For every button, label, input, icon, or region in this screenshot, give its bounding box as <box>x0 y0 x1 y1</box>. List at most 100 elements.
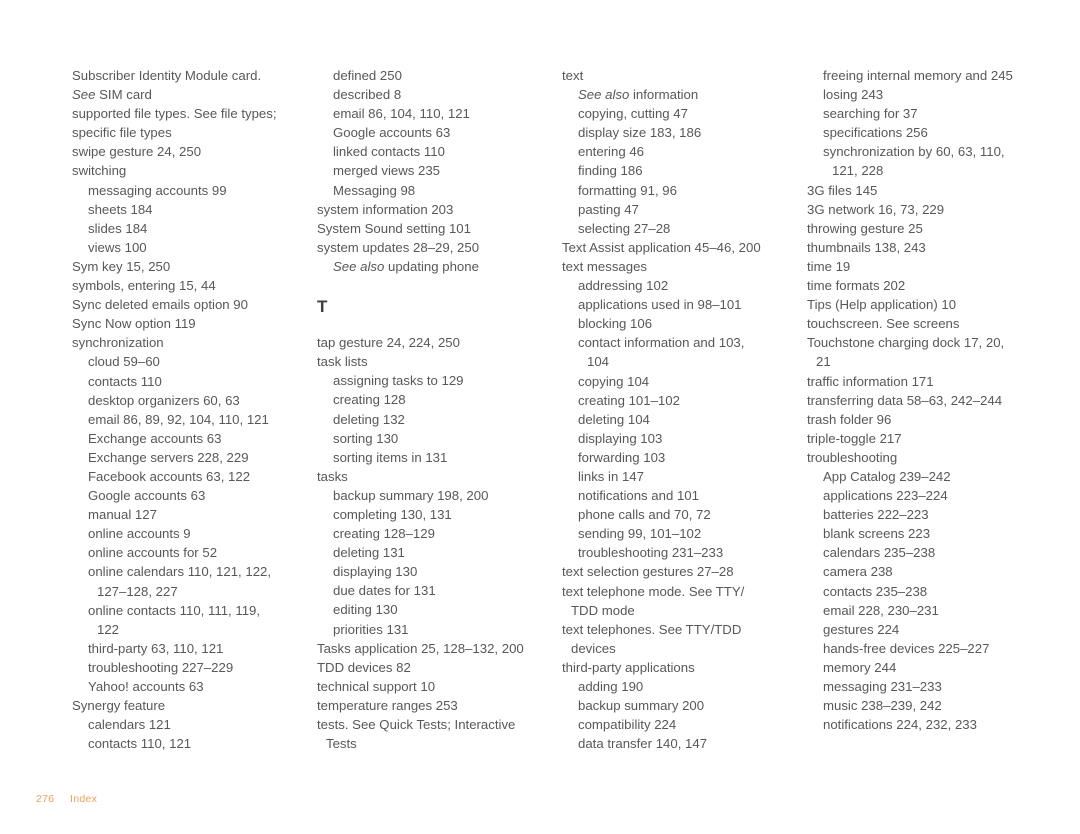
index-entry: Tips (Help application) 10 <box>807 297 957 313</box>
see-also-target: updating phone <box>384 258 479 274</box>
index-entry: supported file types. See file types; <box>72 106 277 122</box>
index-entry: System Sound setting 101 <box>317 220 471 236</box>
index-entry: text messages <box>562 258 648 274</box>
index-subentry: links in 147 <box>578 468 644 484</box>
index-entry: transferring data 58–63, 242–244 <box>807 392 1003 408</box>
index-entry: touchscreen. See screens <box>807 316 960 332</box>
index-subentry: views 100 <box>88 239 147 255</box>
index-entry: See SIM card <box>72 85 280 104</box>
index-subentry: deleting 104 <box>578 411 650 427</box>
index-subentry: linked contacts 110 <box>333 144 445 160</box>
index-subentry: contacts 110, 121 <box>88 736 192 752</box>
index-subentry: online accounts 9 <box>88 526 191 542</box>
index-subentry: email 228, 230–231 <box>823 602 939 618</box>
index-entry: third-party applications <box>562 659 695 675</box>
index-subentry: finding 186 <box>578 163 643 179</box>
index-subentry: online calendars 110, 121, 122, 127–128,… <box>88 564 272 599</box>
index-subentry: messaging accounts 99 <box>88 182 227 198</box>
index-entry: TDD devices 82 <box>317 659 411 675</box>
index-subentry: contacts 110 <box>88 373 162 389</box>
index-subentry: addressing 102 <box>578 278 669 294</box>
index-entry: thumbnails 138, 243 <box>807 239 926 255</box>
index-subentry: entering 46 <box>578 144 644 160</box>
index-entry: text selection gestures 27–28 <box>562 564 734 580</box>
index-subentry: sorting 130 <box>333 430 399 446</box>
index-subentry: displaying 103 <box>578 430 663 446</box>
index-subentry: Messaging 98 <box>333 182 416 198</box>
index-entry: text telephone mode. See TTY/ TDD mode <box>562 583 745 618</box>
index-entry: tasks <box>317 468 348 484</box>
index-subentry: displaying 130 <box>333 564 418 580</box>
index-subentry: music 238–239, 242 <box>823 698 942 714</box>
index-entry: system updates 28–29, 250 <box>317 239 480 255</box>
index-entry: text <box>562 68 584 83</box>
index-subentry: troubleshooting 227–229 <box>88 659 234 675</box>
index-subentry: copying, cutting 47 <box>578 106 688 122</box>
index-subentry: due dates for 131 <box>333 583 436 599</box>
index-entry: time formats 202 <box>807 278 906 294</box>
index-entry: Sym key 15, 250 <box>72 258 171 274</box>
index-letter-heading: T <box>317 297 328 317</box>
index-subentry: manual 127 <box>88 507 157 523</box>
index-subentry: display size 183, 186 <box>578 125 702 141</box>
column-1: Subscriber Identity Module card. See SIM … <box>72 66 280 753</box>
index-entry: Touchstone charging dock 17, 20, 21 <box>807 335 1005 370</box>
index-subentry: specifications 256 <box>823 125 928 141</box>
index-subentry: third-party 63, 110, 121 <box>88 640 224 656</box>
index-subentry: notifications and 101 <box>578 488 699 504</box>
index-subentry: deleting 131 <box>333 545 405 561</box>
index-subentry: batteries 222–223 <box>823 507 929 523</box>
index-entry: trash folder 96 <box>807 411 892 427</box>
index-subentry: notifications 224, 232, 233 <box>823 717 977 733</box>
index-subentry: contact information and 103, 104 <box>578 335 745 370</box>
index-entry: specific file types <box>72 125 172 141</box>
index-entry: 3G network 16, 73, 229 <box>807 201 945 217</box>
index-subentry: creating 128 <box>333 392 406 408</box>
index-subentry: Facebook accounts 63, 122 <box>88 468 251 484</box>
index-subentry: camera 238 <box>823 564 893 580</box>
index-entry: tap gesture 24, 224, 250 <box>317 335 460 351</box>
see-also-target: SIM card <box>95 87 152 103</box>
index-subentry: sorting items in 131 <box>333 449 448 465</box>
index-subentry: Yahoo! accounts 63 <box>88 679 204 694</box>
index-entry: time 19 <box>807 258 851 274</box>
index-subentry: online accounts for 52 <box>88 545 218 561</box>
index-entry: system information 203 <box>317 201 454 217</box>
index-subentry: Google accounts 63 <box>88 488 206 504</box>
index-entry: temperature ranges 253 <box>317 697 458 713</box>
index-subentry: priorities 131 <box>333 621 409 637</box>
index-subentry: forwarding 103 <box>578 449 666 465</box>
index-subentry: sheets 184 <box>88 201 153 217</box>
index-subentry: memory 244 <box>823 659 897 675</box>
index-subentry: creating 128–129 <box>333 526 435 542</box>
index-subentry: troubleshooting 231–233 <box>578 545 724 561</box>
index-subentry: copying 104 <box>578 373 650 389</box>
index-subentry: formatting 91, 96 <box>578 182 677 198</box>
index-subentry: calendars 235–238 <box>823 545 936 561</box>
index-entry: task lists <box>317 354 368 370</box>
index-subentry: completing 130, 131 <box>333 506 452 522</box>
index-subentry: searching for 37 <box>823 106 918 122</box>
index-subentry: selecting 27–28 <box>578 220 671 236</box>
page-number: 276 <box>36 793 55 805</box>
index-page: Subscriber Identity Module card. See SIM … <box>0 0 1080 834</box>
index-subentry: losing 243 <box>823 87 884 103</box>
index-entry: synchronization <box>72 335 164 351</box>
index-entry: 3G files 145 <box>807 182 878 198</box>
column-2: defined 250 described 8 email 86, 104, 110… <box>317 66 525 753</box>
index-entry: text telephones. See TTY/TDD devices <box>562 621 742 656</box>
index-entry: Text Assist application 45–46, 200 <box>562 239 761 255</box>
index-subentry: freeing internal memory and 245 <box>823 68 1013 83</box>
index-entry: swipe gesture 24, 250 <box>72 144 202 160</box>
index-subentry: contacts 235–238 <box>823 583 928 599</box>
index-entry: Sync deleted emails option 90 <box>72 297 248 313</box>
index-entry: traffic information 171 <box>807 373 934 389</box>
index-subentry: online contacts 110, 111, 119, 122 <box>88 602 261 637</box>
index-entry: throwing gesture 25 <box>807 220 923 236</box>
index-subentry: sending 99, 101–102 <box>578 526 702 542</box>
index-subentry: data transfer 140, 147 <box>578 736 708 752</box>
index-entry: switching <box>72 163 127 179</box>
index-entry: technical support 10 <box>317 678 436 694</box>
index-subentry: App Catalog 239–242 <box>823 468 951 484</box>
index-subentry: desktop organizers 60, 63 <box>88 392 240 408</box>
